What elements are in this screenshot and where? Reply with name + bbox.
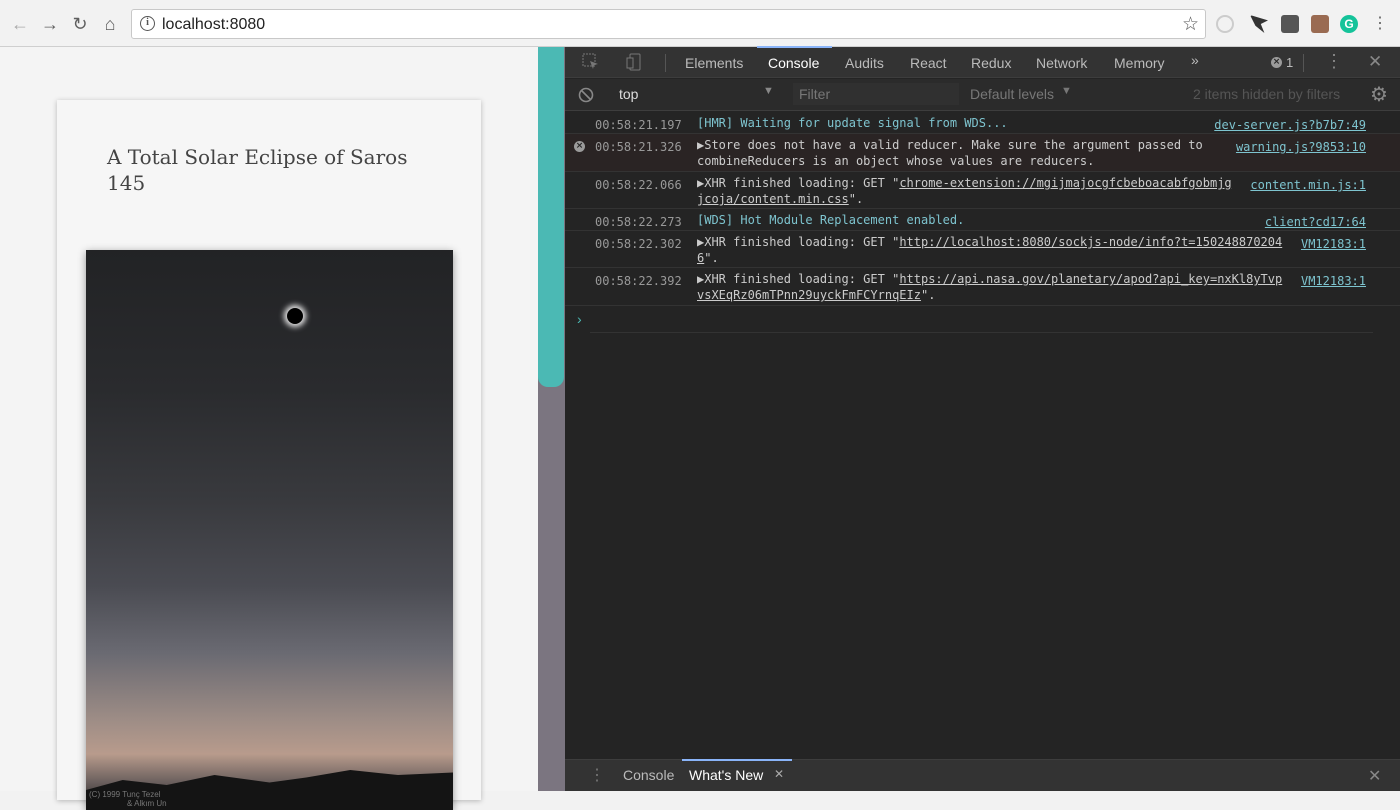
menu-icon[interactable]: ⋮ bbox=[1370, 14, 1390, 34]
log-suffix: ". bbox=[848, 192, 864, 206]
star-icon[interactable]: ☆ bbox=[1182, 13, 1199, 36]
home-icon[interactable]: ⌂ bbox=[100, 14, 120, 34]
log-message[interactable]: ▶XHR finished loading: GET "https://api.… bbox=[697, 271, 1287, 303]
context-selector[interactable]: top bbox=[619, 86, 638, 102]
tab-separator bbox=[1303, 54, 1304, 72]
console-prompt-icon[interactable]: › bbox=[577, 311, 582, 327]
log-row: 00:58:22.066 ▶XHR finished loading: GET … bbox=[565, 172, 1400, 209]
prompt-line bbox=[590, 332, 1373, 333]
console-toolbar: top ▼ Filter Default levels ▼ 2 items hi… bbox=[565, 79, 1400, 111]
page-content: A Total Solar Eclipse of Saros 145 (C) 1… bbox=[0, 47, 538, 810]
drawer-menu-icon[interactable]: ⋮ bbox=[589, 765, 605, 785]
log-source[interactable]: content.min.js:1 bbox=[1238, 177, 1366, 193]
chevron-down-icon[interactable]: ▼ bbox=[763, 85, 774, 97]
log-message[interactable]: ▶XHR finished loading: GET "chrome-exten… bbox=[697, 175, 1237, 207]
log-time: 00:58:22.066 bbox=[595, 178, 682, 192]
log-suffix: ". bbox=[704, 251, 719, 265]
log-source[interactable]: dev-server.js?b7b7:49 bbox=[1214, 117, 1366, 133]
grammarly-icon[interactable]: G bbox=[1340, 15, 1358, 33]
active-tab-indicator bbox=[757, 46, 832, 48]
log-prefix: XHR finished loading: GET " bbox=[704, 176, 900, 190]
forward-arrow-icon[interactable]: → bbox=[40, 14, 60, 34]
log-time: 00:58:21.197 bbox=[595, 118, 682, 132]
reload-icon[interactable]: ↻ bbox=[70, 14, 90, 34]
tab-redux[interactable]: Redux bbox=[971, 55, 1011, 71]
info-icon[interactable]: i bbox=[140, 16, 155, 31]
devtools-drawer: ⋮ Console What's New ✕ ✕ bbox=[565, 759, 1400, 791]
error-icon: × bbox=[574, 141, 585, 152]
log-row: 00:58:22.392 ▶XHR finished loading: GET … bbox=[565, 268, 1400, 306]
log-row: 00:58:22.302 ▶XHR finished loading: GET … bbox=[565, 231, 1400, 268]
log-time: 00:58:22.392 bbox=[595, 274, 682, 288]
filter-placeholder: Filter bbox=[799, 86, 831, 102]
log-suffix: ". bbox=[920, 288, 936, 302]
apod-card: A Total Solar Eclipse of Saros 145 (C) 1… bbox=[57, 100, 481, 810]
drawer-tab-console[interactable]: Console bbox=[623, 767, 674, 783]
credit-name: Tunç Tezel bbox=[122, 790, 161, 799]
levels-chevron-icon[interactable]: ▼ bbox=[1061, 85, 1072, 97]
extension-book-icon[interactable] bbox=[1311, 15, 1329, 33]
extension-lightbulb-icon[interactable] bbox=[1281, 15, 1299, 33]
tab-network[interactable]: Network bbox=[1036, 55, 1087, 71]
drawer-active-indicator bbox=[682, 759, 792, 761]
log-source[interactable]: VM12183:1 bbox=[1301, 273, 1366, 289]
extension-icon[interactable] bbox=[1216, 15, 1234, 33]
console-log: 00:58:21.197 [HMR] Waiting for update si… bbox=[565, 112, 1400, 306]
page-title: A Total Solar Eclipse of Saros 145 bbox=[107, 145, 408, 195]
log-row-error: × 00:58:21.326 ▶Store does not have a va… bbox=[565, 134, 1400, 172]
settings-gear-icon[interactable]: ⚙ bbox=[1370, 82, 1388, 107]
log-time: 00:58:21.326 bbox=[595, 140, 682, 154]
url-text[interactable]: localhost:8080 bbox=[162, 16, 265, 34]
kebab-menu-icon[interactable]: ⋮ bbox=[1325, 51, 1343, 72]
levels-dropdown[interactable]: Default levels bbox=[970, 86, 1054, 102]
log-prefix: XHR finished loading: GET " bbox=[704, 235, 900, 249]
log-message[interactable]: ▶Store does not have a valid reducer. Ma… bbox=[697, 137, 1211, 169]
log-message[interactable]: ▶XHR finished loading: GET "http://local… bbox=[697, 234, 1287, 266]
drawer-tab-whats-new[interactable]: What's New bbox=[689, 767, 763, 783]
browser-toolbar: ← → ↻ ⌂ i localhost:8080 ☆ G ⋮ bbox=[0, 0, 1400, 47]
device-toggle-icon[interactable] bbox=[626, 53, 644, 71]
eclipsed-sun bbox=[287, 308, 303, 324]
log-prefix: XHR finished loading: GET " bbox=[704, 272, 900, 286]
photo-credit: (C) 1999 Tunç Tezel & Alkım Un bbox=[89, 790, 167, 808]
close-devtools-icon[interactable]: ✕ bbox=[1368, 52, 1382, 72]
log-time: 00:58:22.273 bbox=[595, 215, 682, 229]
log-message-text: Store does not have a valid reducer. Mak… bbox=[697, 138, 1210, 168]
close-drawer-icon[interactable]: ✕ bbox=[1368, 766, 1381, 786]
back-arrow-icon[interactable]: ← bbox=[10, 14, 30, 34]
tab-react[interactable]: React bbox=[910, 55, 947, 71]
devtools-tab-bar: Elements Console Audits React Redux Netw… bbox=[565, 46, 1400, 78]
log-source[interactable]: warning.js?9853:10 bbox=[1236, 139, 1366, 155]
log-message: [HMR] Waiting for update signal from WDS… bbox=[697, 116, 1008, 130]
close-tab-icon[interactable]: ✕ bbox=[774, 767, 784, 781]
devtools-panel: Elements Console Audits React Redux Netw… bbox=[565, 46, 1400, 791]
inspect-icon[interactable] bbox=[582, 53, 600, 71]
error-count[interactable]: 1 bbox=[1286, 55, 1293, 70]
log-source[interactable]: VM12183:1 bbox=[1301, 236, 1366, 252]
log-row: 00:58:22.273 [WDS] Hot Module Replacemen… bbox=[565, 209, 1400, 231]
tab-elements[interactable]: Elements bbox=[685, 55, 743, 71]
log-source[interactable]: client?cd17:64 bbox=[1265, 214, 1366, 230]
tab-separator bbox=[665, 54, 666, 72]
credit-second: & Alkım Un bbox=[127, 799, 167, 808]
log-time: 00:58:22.302 bbox=[595, 237, 682, 251]
extension-bird-icon[interactable] bbox=[1250, 15, 1268, 33]
filter-input[interactable]: Filter bbox=[793, 83, 959, 105]
error-badge-icon[interactable]: × bbox=[1271, 57, 1282, 68]
address-bar[interactable]: i localhost:8080 ☆ bbox=[131, 9, 1206, 39]
tab-console[interactable]: Console bbox=[768, 55, 819, 71]
tab-audits[interactable]: Audits bbox=[845, 55, 884, 71]
credit-year: (C) 1999 bbox=[89, 790, 121, 799]
log-message: [WDS] Hot Module Replacement enabled. bbox=[697, 213, 965, 227]
hidden-items-note: 2 items hidden by filters bbox=[1193, 86, 1341, 102]
clear-console-icon[interactable] bbox=[578, 87, 594, 103]
more-tabs-icon[interactable]: » bbox=[1191, 52, 1199, 68]
eclipse-photo: (C) 1999 Tunç Tezel & Alkım Un bbox=[86, 250, 453, 810]
tab-memory[interactable]: Memory bbox=[1114, 55, 1165, 71]
log-row: 00:58:21.197 [HMR] Waiting for update si… bbox=[565, 112, 1400, 134]
scrollbar-thumb[interactable] bbox=[538, 47, 564, 387]
